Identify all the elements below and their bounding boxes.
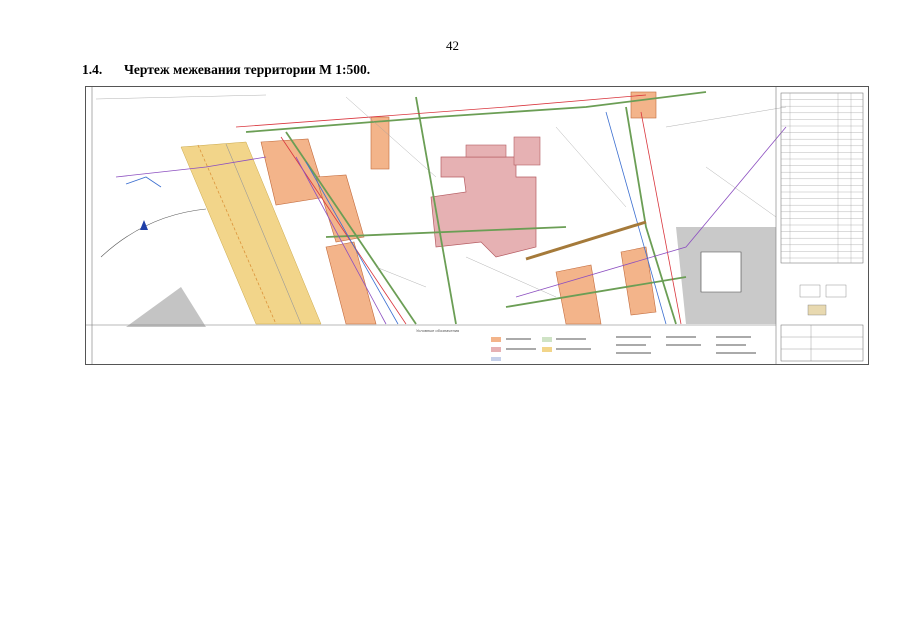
legend-swatch bbox=[491, 347, 501, 352]
map-area bbox=[95, 91, 787, 327]
section-heading: 1.4. Чертеж межевания территории М 1:500. bbox=[82, 62, 370, 78]
building-annex bbox=[465, 144, 507, 158]
scheme-box bbox=[799, 284, 821, 298]
legend-swatch bbox=[491, 337, 501, 342]
right-panel bbox=[775, 87, 864, 364]
network-line bbox=[125, 176, 162, 188]
north-marker bbox=[140, 220, 148, 230]
survey-drawing-svg: Условные обозначения bbox=[86, 87, 864, 364]
section-number: 1.4. bbox=[82, 62, 103, 77]
detail-line bbox=[555, 126, 627, 208]
legend-swatch bbox=[542, 337, 552, 342]
page-number: 42 bbox=[446, 38, 459, 53]
scheme-box bbox=[825, 284, 847, 298]
legend-title: Условные обозначения bbox=[416, 328, 459, 333]
title-block bbox=[780, 324, 864, 362]
building-block bbox=[315, 174, 365, 243]
detail-line bbox=[95, 94, 267, 100]
zones-table-rows bbox=[781, 93, 863, 263]
legend-swatch bbox=[491, 357, 501, 361]
shaded-zone bbox=[126, 287, 206, 327]
building-annex bbox=[513, 136, 541, 166]
detail-line bbox=[705, 166, 777, 218]
building-block bbox=[370, 116, 390, 170]
building-main bbox=[430, 156, 537, 258]
red-boundary bbox=[235, 94, 647, 128]
detail-line bbox=[465, 256, 557, 298]
legend-strip: Условные обозначения bbox=[86, 324, 776, 361]
detail-line bbox=[665, 106, 787, 128]
section-title: Чертеж межевания территории М 1:500. bbox=[124, 62, 371, 77]
arc-line bbox=[100, 208, 207, 258]
scheme-box bbox=[807, 304, 827, 316]
zones-table bbox=[780, 92, 864, 264]
building-outline bbox=[700, 251, 742, 293]
legend-swatch bbox=[542, 347, 552, 352]
survey-drawing: Условные обозначения bbox=[85, 86, 869, 365]
